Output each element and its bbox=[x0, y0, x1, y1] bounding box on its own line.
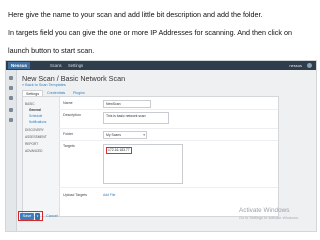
folder-select[interactable]: My Scans ▾ bbox=[103, 131, 147, 139]
add-file-link[interactable]: Add File bbox=[103, 193, 115, 197]
folder-row: Folder My Scans ▾ bbox=[59, 130, 278, 141]
left-icon-rail bbox=[6, 70, 17, 231]
folder-label: Folder bbox=[63, 132, 74, 136]
upload-targets-row: Upload Targets Add File bbox=[59, 191, 278, 200]
instruction-line-2: In targets field you can give the one or… bbox=[8, 28, 292, 37]
nav-section-assessment[interactable]: ASSESSMENT bbox=[25, 135, 47, 139]
instruction-line-3: launch button to start scan. bbox=[8, 46, 95, 55]
policies-icon[interactable] bbox=[9, 108, 13, 112]
name-input[interactable]: NewScan bbox=[103, 100, 151, 108]
star-icon[interactable] bbox=[9, 86, 13, 90]
save-button-highlight bbox=[18, 211, 43, 221]
settings-panel: BASIC General Schedule Notifications DIS… bbox=[22, 96, 279, 217]
plugin-rules-icon[interactable] bbox=[9, 118, 13, 122]
top-bar: Nessus Scans Settings nessus bbox=[6, 61, 316, 70]
page-title: New Scan / Basic Network Scan bbox=[22, 74, 126, 83]
description-row: Description This is basic network scan bbox=[59, 111, 278, 129]
folder-select-value: My Scans bbox=[106, 133, 121, 137]
nessus-logo[interactable]: Nessus bbox=[8, 62, 31, 69]
notification-icon[interactable] bbox=[307, 63, 312, 68]
targets-textarea[interactable]: 172.16.183.77 bbox=[103, 144, 183, 184]
general-settings-form: Name NewScan Description This is basic n… bbox=[59, 97, 278, 216]
nav-section-basic[interactable]: BASIC bbox=[25, 102, 35, 106]
nav-item-general[interactable]: General bbox=[29, 108, 41, 112]
activate-windows-hint: Go to Settings to activate Windows. bbox=[239, 216, 299, 220]
user-menu[interactable]: nessus bbox=[289, 62, 302, 69]
nessus-screenshot: Nessus Scans Settings nessus New Scan / … bbox=[5, 60, 317, 232]
name-label: Name bbox=[63, 101, 73, 105]
folder-icon[interactable] bbox=[9, 76, 13, 80]
nav-item-notifications[interactable]: Notifications bbox=[29, 120, 46, 124]
trash-icon[interactable] bbox=[9, 96, 13, 100]
nav-item-schedule[interactable]: Schedule bbox=[29, 114, 42, 118]
nav-settings[interactable]: Settings bbox=[68, 62, 83, 69]
upload-targets-label: Upload Targets bbox=[63, 193, 88, 197]
description-label: Description bbox=[63, 113, 81, 117]
nav-section-report[interactable]: REPORT bbox=[25, 142, 38, 146]
targets-row: Targets 172.16.183.77 bbox=[59, 142, 278, 188]
name-row: Name NewScan bbox=[59, 99, 278, 110]
nav-section-advanced[interactable]: ADVANCED bbox=[25, 149, 42, 153]
description-input[interactable]: This is basic network scan bbox=[103, 112, 169, 124]
activate-windows-watermark: Activate Windows bbox=[239, 207, 290, 214]
back-to-templates-link[interactable]: « Back to Scan Templates bbox=[22, 83, 66, 87]
cancel-link[interactable]: Cancel bbox=[46, 214, 58, 218]
settings-left-nav: BASIC General Schedule Notifications DIS… bbox=[23, 97, 60, 216]
targets-value-highlighted: 172.16.183.77 bbox=[106, 147, 132, 154]
nav-section-discovery[interactable]: DISCOVERY bbox=[25, 128, 44, 132]
chevron-down-icon: ▾ bbox=[143, 133, 145, 137]
instruction-line-1: Here give the name to your scan and add … bbox=[8, 10, 263, 19]
nav-scans[interactable]: Scans bbox=[50, 62, 62, 69]
targets-label: Targets bbox=[63, 144, 75, 148]
